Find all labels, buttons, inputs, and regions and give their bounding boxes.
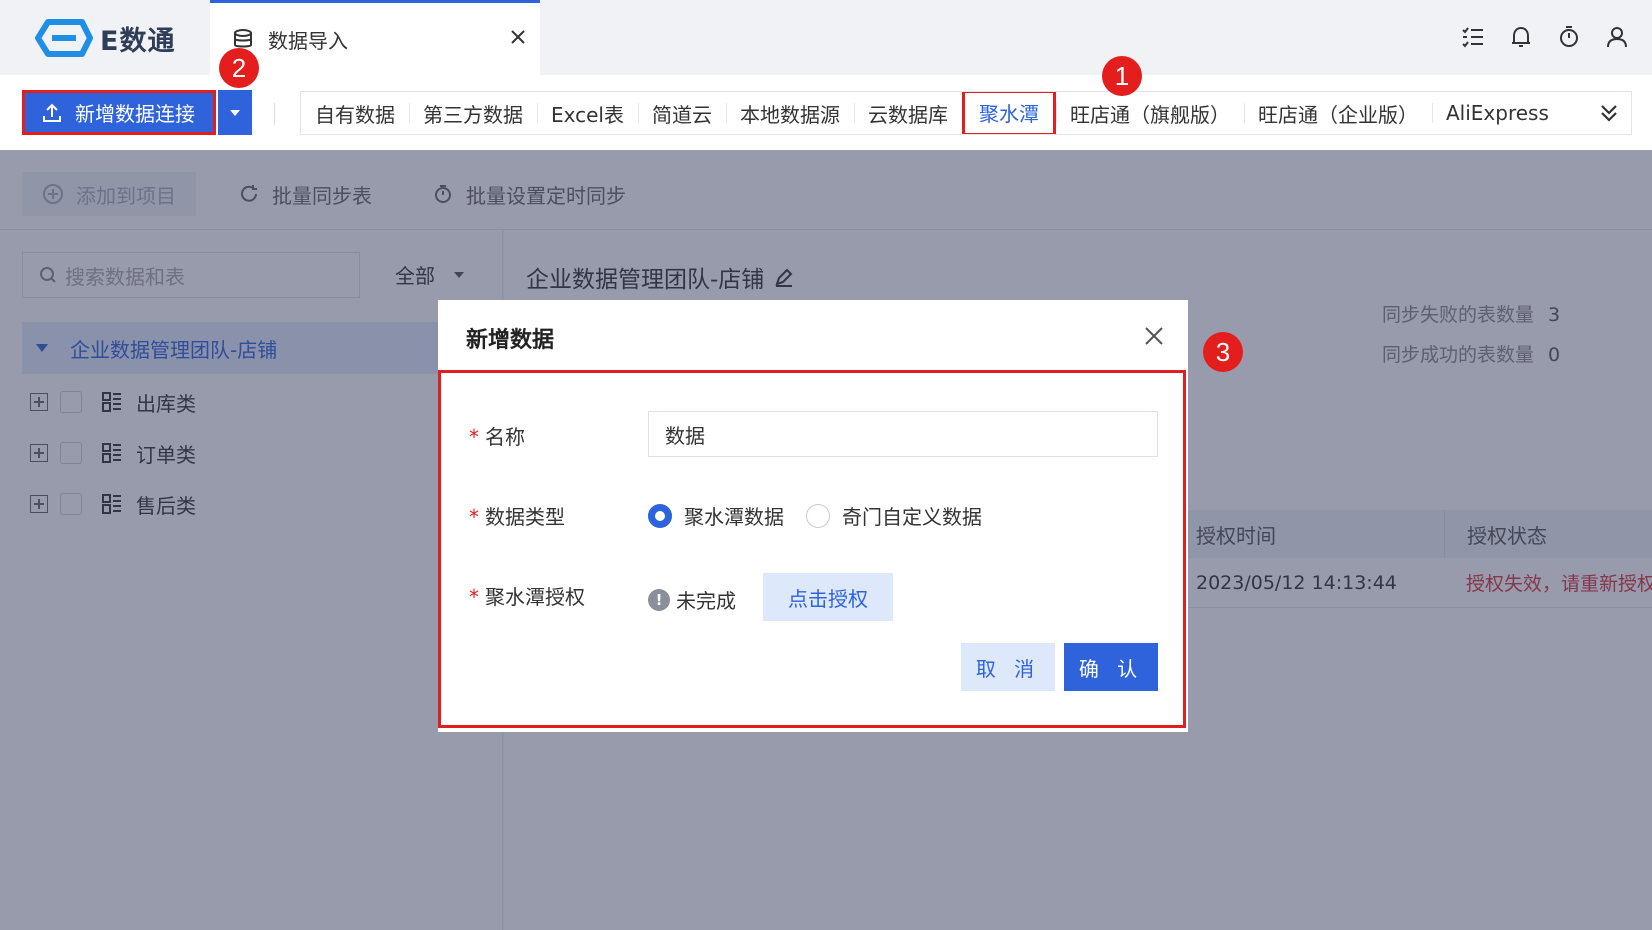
user-icon[interactable] [1604, 24, 1630, 50]
auth-status-text: 未完成 [676, 589, 736, 613]
auth-label: * 聚水潭授权 [469, 585, 585, 609]
app-logo[interactable]: E数通 [32, 18, 175, 58]
logo-icon [35, 19, 93, 57]
warning-icon: ! [648, 588, 670, 611]
radio-jushuitan-data[interactable]: 聚水潭数据 [648, 501, 784, 530]
close-icon[interactable] [1142, 324, 1166, 348]
authorize-button[interactable]: 点击授权 [763, 573, 893, 621]
radio-label: 聚水潭数据 [684, 505, 784, 529]
type-label: * 数据类型 [469, 505, 565, 529]
more-tabs-button[interactable] [1587, 92, 1631, 134]
source-tab-jiandaoyun[interactable]: 简道云 [637, 92, 726, 134]
source-tab-local[interactable]: 本地数据源 [725, 92, 854, 134]
add-data-connection-button[interactable]: 新增数据连接 [22, 90, 216, 135]
top-icons [1460, 24, 1630, 50]
source-tab-excel[interactable]: Excel表 [537, 92, 638, 134]
step-badge-2: 2 [219, 48, 259, 88]
confirm-button[interactable]: 确 认 [1064, 643, 1158, 691]
source-toolbar: 新增数据连接 自有数据 第三方数据 Excel表 简道云 本地数据源 云数据库 … [0, 75, 1652, 150]
dialog-form: * 名称 数据 * 数据类型 聚水潭数据 奇门自定义数据 * 聚水潭授权 ! 未完成 … [438, 370, 1186, 728]
caret-down-icon [230, 109, 240, 116]
dialog-title: 新增数据 [466, 328, 555, 353]
cancel-button[interactable]: 取 消 [961, 643, 1055, 691]
source-tab-own-data[interactable]: 自有数据 [301, 92, 409, 134]
bell-icon[interactable] [1508, 24, 1534, 50]
close-icon[interactable] [506, 25, 530, 49]
database-icon [234, 29, 252, 48]
new-data-dialog: 新增数据 * 名称 数据 * 数据类型 聚水潭数据 奇门自定义数据 * 聚水潭授权 !… [438, 300, 1188, 732]
upload-icon [43, 103, 61, 122]
source-tab-third-party[interactable]: 第三方数据 [409, 92, 537, 134]
name-input[interactable]: 数据 [648, 411, 1158, 457]
add-connection-dropdown-button[interactable] [218, 90, 252, 135]
divider [274, 103, 275, 125]
radio-label: 奇门自定义数据 [842, 505, 982, 529]
name-label: * 名称 [469, 425, 525, 449]
step-badge-3: 3 [1203, 332, 1243, 372]
step-badge-1: 1 [1102, 56, 1142, 96]
timer-icon[interactable] [1556, 24, 1582, 50]
source-tabs: 自有数据 第三方数据 Excel表 简道云 本地数据源 云数据库 聚水潭 旺店通… [300, 91, 1632, 135]
source-tab-wdt-flagship[interactable]: 旺店通（旗舰版） [1055, 92, 1244, 134]
radio-unchecked-icon[interactable] [806, 503, 830, 528]
tab-label: 数据导入 [268, 28, 348, 53]
source-tab-jushuitan[interactable]: 聚水潭 [961, 92, 1056, 134]
task-list-icon[interactable] [1460, 24, 1486, 50]
double-chevron-down-icon [1601, 105, 1617, 122]
radio-qimen-custom-data[interactable]: 奇门自定义数据 [806, 501, 982, 530]
source-tab-wdt-enterprise[interactable]: 旺店通（企业版） [1243, 92, 1432, 134]
logo-text: E数通 [100, 25, 176, 57]
source-tab-aliexpress[interactable]: AliExpress [1431, 92, 1563, 134]
add-data-connection-label: 新增数据连接 [75, 102, 195, 126]
tab-data-import[interactable]: 数据导入 [210, 0, 540, 75]
name-input-value: 数据 [665, 423, 705, 448]
source-tab-cloud-db[interactable]: 云数据库 [853, 92, 962, 134]
auth-status: ! 未完成 [648, 585, 736, 614]
radio-checked-icon[interactable] [648, 503, 672, 528]
